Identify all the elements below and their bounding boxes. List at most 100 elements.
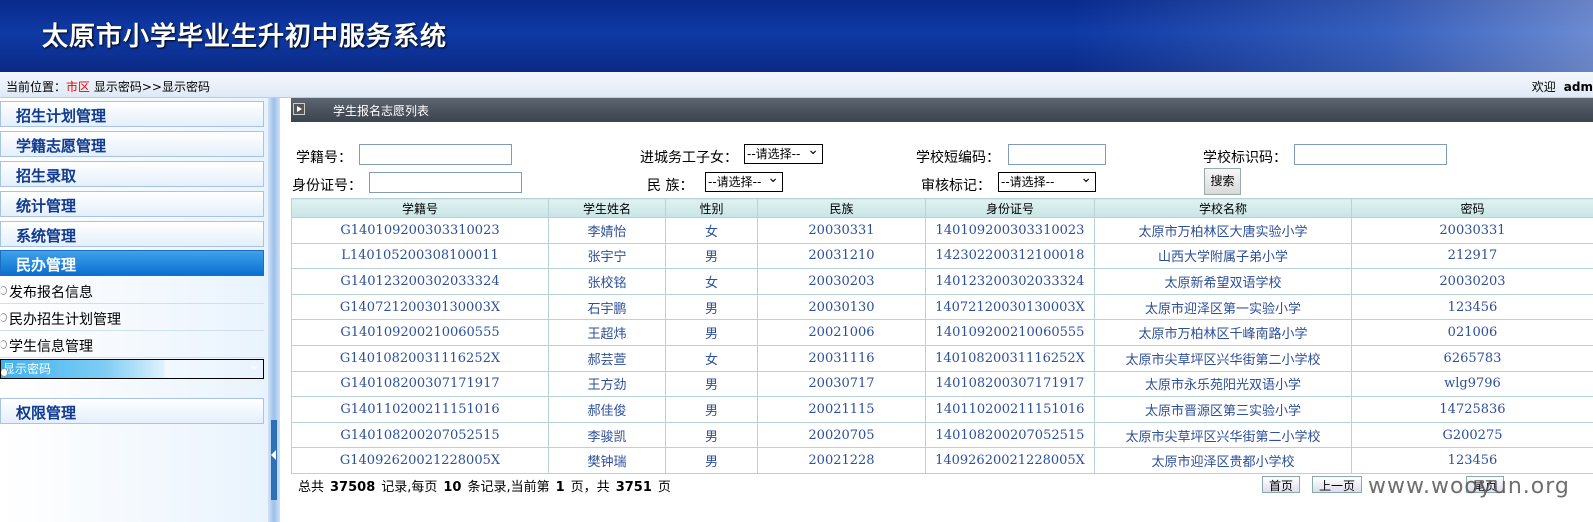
banner-sheen [1073,0,1593,72]
school-short-input[interactable] [1008,144,1106,165]
table-cell: 20031210 [757,242,926,270]
breadcrumb-area[interactable]: 市区 [66,80,90,94]
splitter-handle[interactable] [271,420,277,500]
table-cell: 021006 [1351,319,1593,346]
table-cell: 石宇鹏 [548,293,666,321]
table-cell: G140108200307171917 [291,370,549,398]
table-cell: G14010820031116252X [291,344,549,372]
table-cell: G140123200302033324 [291,268,549,295]
prev-page-button[interactable]: 上一页 [1312,476,1363,493]
sidebar-item-publish-info[interactable]: 发布报名信息 [0,278,264,304]
table-cell: 太原新希望双语学校 [1094,268,1352,295]
table-row[interactable]: G140108200307171917 王方劲男 20030717 140108200… [291,370,1593,398]
jincheng-select[interactable]: --请选择-- [744,141,823,164]
table-row[interactable]: G14072120030130003X 石宇鹏男 20030130 140721200… [291,293,1593,321]
results-table: 学籍号 学生姓名 性别 民族 身份证号 学校名称 密码 G14010920030… [291,198,1593,474]
column-header: 身份证号 [925,198,1095,218]
sidebar-splitter[interactable] [268,98,280,522]
location-bar: 当前位置：市区 显示密码>>显示密码 欢迎 adm [0,72,1593,98]
idcard-input[interactable] [369,172,522,193]
menu-student-records[interactable]: 学籍志愿管理 [0,131,264,157]
table-cell: 6265783 [1351,344,1593,372]
table-row[interactable]: G140109200303310023 李婧怡女 20030331 140109200… [291,217,1593,244]
table-cell: 14010820031116252X [925,344,1095,372]
table-row[interactable]: G140110200211151016 郝佳俊男 20021115 140110200… [291,396,1593,423]
table-row[interactable]: L140105200308100011 张宇宁男 20031210 142302200… [291,242,1593,270]
table-cell: 20030717 [757,370,926,398]
table-cell: 郝芸萱 [548,344,666,372]
table-row[interactable]: G140123200302033324 张校铭女 20030203 140123200… [291,268,1593,295]
welcome-text: 欢迎 adm [1532,78,1593,95]
total-count: 37508 [330,480,376,495]
table-cell: G140108200207052515 [291,421,549,449]
column-header: 学校名称 [1094,198,1352,218]
table-cell: G200275 [1351,421,1593,449]
column-header: 学生姓名 [548,198,666,218]
table-cell: 樊钟瑞 [548,447,666,474]
bullet-icon [0,286,7,295]
menu-permissions[interactable]: 权限管理 [0,398,264,424]
idcard-label: 身份证号： [292,178,362,194]
nation-select[interactable]: --请选择-- [705,169,783,192]
table-cell: 山西大学附属子弟小学 [1094,242,1352,270]
table-cell: 李骏凯 [548,421,666,449]
table-cell: 140108200207052515 [925,421,1095,449]
table-header-row: 学籍号 学生姓名 性别 民族 身份证号 学校名称 密码 [291,198,1593,218]
table-cell: 太原市尖草坪区兴华街第二小学校 [1094,344,1352,372]
table-cell: 男 [665,447,758,474]
table-cell: 20030130 [757,293,926,321]
table-cell: G140109200303310023 [291,217,549,244]
table-cell: 男 [665,421,758,449]
table-cell: 男 [665,370,758,398]
table-cell: 女 [665,344,758,372]
table-cell: 20020705 [757,421,926,449]
menu-private-school[interactable]: 民办管理 [0,250,264,276]
table-cell: 太原市万柏林区千峰南路小学 [1094,319,1352,346]
table-row[interactable]: G140109200210060555 王超炜男 20021006 140109200… [291,319,1593,346]
column-header: 性别 [665,198,758,218]
table-cell: 男 [665,293,758,321]
collapse-arrow-icon[interactable] [271,450,276,460]
xueji-label: 学籍号： [296,150,352,166]
table-cell: 张宇宁 [548,242,666,270]
jincheng-label: 进城务工子女： [640,150,738,166]
table-cell: 20031116 [757,344,926,372]
search-button[interactable]: 搜索 [1204,168,1241,195]
school-id-input[interactable] [1294,144,1447,165]
table-cell: 140110200211151016 [925,396,1095,423]
table-cell: 20030331 [1351,217,1593,244]
table-row[interactable]: G14010820031116252X 郝芸萱女 20031116 140108200… [291,344,1593,372]
first-page-button[interactable]: 首页 [1262,476,1301,493]
table-row[interactable]: G140108200207052515 李骏凯男 20020705 140108200… [291,421,1593,449]
play-icon [293,103,305,115]
table-cell: 太原市迎泽区贵都小学校 [1094,447,1352,474]
current-text: 条记录,当前第 [467,480,550,495]
table-cell: 140109200303310023 [925,217,1095,244]
sidebar-item-label: 发布报名信息 [9,285,93,301]
menu-enrollment-plan[interactable]: 招生计划管理 [0,101,264,127]
sidebar-item-show-password[interactable]: 显示密码 [0,356,264,379]
sidebar-item-student-info[interactable]: 学生信息管理 [0,332,264,358]
menu-system[interactable]: 系统管理 [0,221,264,247]
table-row[interactable]: G14092620021228005X 樊钟瑞男 20021228 140926200… [291,447,1593,474]
bullet-icon [0,313,7,322]
table-cell: 太原市尖草坪区兴华街第二小学校 [1094,421,1352,449]
sidebar-item-private-plan[interactable]: 民办招生计划管理 [0,305,264,331]
table-cell: 郝佳俊 [548,396,666,423]
column-header: 密码 [1351,198,1593,218]
breadcrumb: 当前位置：市区 显示密码>>显示密码 [6,78,210,95]
pages-text: 页，共 [570,480,610,495]
total-prefix: 总共 [298,480,325,495]
xueji-input[interactable] [359,144,512,165]
audit-select[interactable]: --请选择-- [998,169,1096,192]
table-cell: G14072120030130003X [291,293,549,321]
table-cell: G140109200210060555 [291,319,549,346]
table-cell: 142302200312100018 [925,242,1095,270]
breadcrumb-prefix: 当前位置： [6,80,67,94]
table-cell: 140123200302033324 [925,268,1095,295]
menu-statistics[interactable]: 统计管理 [0,191,264,217]
sidebar-item-label: 学生信息管理 [9,339,93,355]
table-cell: G14092620021228005X [291,447,549,474]
menu-admission[interactable]: 招生录取 [0,161,264,187]
table-cell: 123456 [1351,447,1593,474]
